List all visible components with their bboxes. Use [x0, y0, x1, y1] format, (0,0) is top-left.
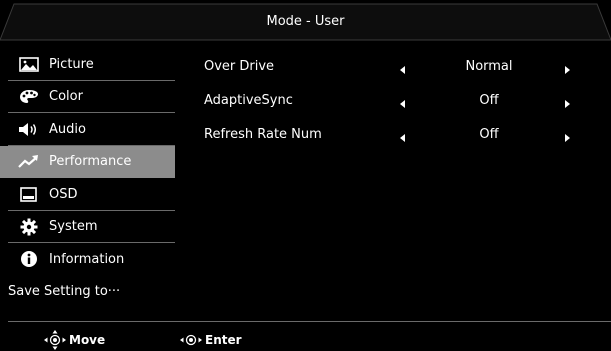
sidebar-item-label: Color [49, 89, 83, 105]
left-arrow-icon[interactable] [400, 63, 405, 78]
sidebar: Picture Color Audio Performance OSD Syst… [0, 48, 175, 308]
sidebar-item-system[interactable]: System [0, 211, 175, 244]
sidebar-item-audio[interactable]: Audio [0, 113, 175, 146]
move-label: Move [69, 333, 106, 347]
enter-hint: Enter [180, 330, 242, 350]
move-hint: Move [44, 330, 105, 350]
left-arrow-icon[interactable] [400, 97, 405, 112]
trend-icon [18, 154, 40, 170]
sidebar-item-label: Performance [49, 154, 132, 170]
right-arrow-icon[interactable] [565, 63, 570, 78]
sidebar-item-picture[interactable]: Picture [0, 48, 175, 81]
joystick-press-icon [180, 334, 202, 346]
sidebar-item-osd[interactable]: OSD [0, 178, 175, 211]
performance-settings: Over Drive Normal AdaptiveSync Off Refre… [204, 51, 604, 153]
sidebar-item-label: Information [49, 251, 125, 267]
left-arrow-icon[interactable] [400, 131, 405, 146]
setting-row-over-drive[interactable]: Over Drive Normal [204, 51, 604, 85]
gear-icon [18, 218, 40, 236]
enter-label: Enter [205, 333, 242, 347]
setting-name: AdaptiveSync [204, 93, 293, 108]
setting-value: Off [479, 127, 499, 142]
title-bar: Mode - User [0, 0, 611, 44]
sidebar-item-performance[interactable]: Performance [0, 145, 175, 178]
osd-window-icon [18, 186, 40, 202]
sidebar-item-label: Picture [49, 56, 94, 72]
setting-row-refresh-rate-num[interactable]: Refresh Rate Num Off [204, 119, 604, 153]
right-arrow-icon[interactable] [565, 131, 570, 146]
sidebar-item-label: System [49, 219, 98, 235]
sidebar-item-information[interactable]: Information [0, 243, 175, 276]
sidebar-item-label: OSD [49, 186, 78, 202]
setting-row-adaptivesync[interactable]: AdaptiveSync Off [204, 85, 604, 119]
save-setting-button[interactable]: Save Setting to··· [0, 276, 175, 309]
speaker-icon [18, 121, 40, 137]
setting-value: Normal [465, 59, 513, 74]
info-icon [18, 251, 40, 268]
save-setting-label: Save Setting to··· [8, 284, 121, 300]
sidebar-item-color[interactable]: Color [0, 81, 175, 114]
palette-icon [18, 89, 40, 105]
right-arrow-icon[interactable] [565, 97, 570, 112]
picture-icon [18, 56, 40, 72]
footer-divider [8, 321, 611, 322]
osd-menu: Mode - User Picture Color Audio Performa… [0, 0, 611, 351]
setting-name: Over Drive [204, 59, 275, 74]
setting-value: Off [479, 93, 499, 108]
four-way-joystick-icon [44, 330, 66, 350]
setting-name: Refresh Rate Num [204, 127, 322, 142]
sidebar-item-label: Audio [49, 121, 86, 137]
mode-title: Mode - User [266, 14, 345, 29]
